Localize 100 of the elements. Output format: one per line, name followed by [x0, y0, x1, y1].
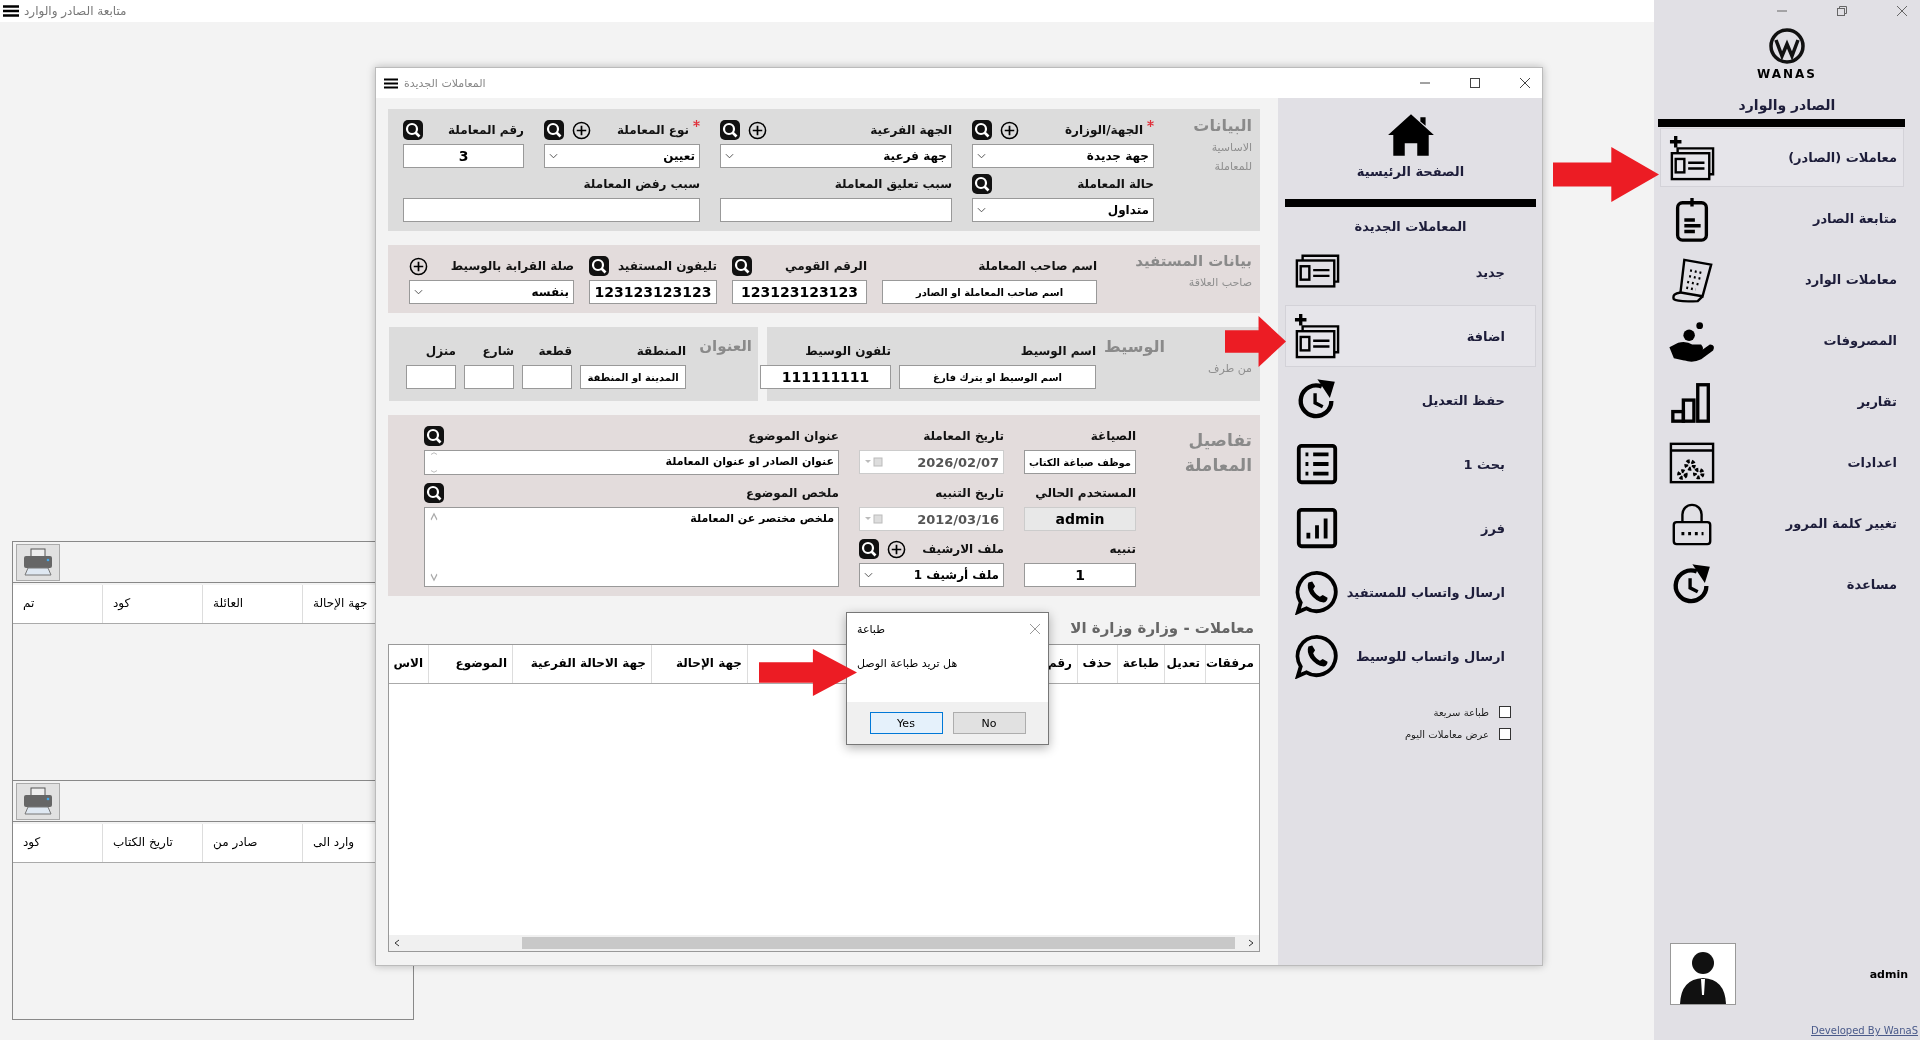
input-field[interactable]: [522, 365, 572, 389]
input-field[interactable]: 111111111: [760, 365, 891, 389]
column-header: طباعة: [1117, 645, 1164, 683]
close-icon[interactable]: [1897, 6, 1907, 16]
action-item[interactable]: حفظ التعديل: [1285, 369, 1536, 431]
input-field[interactable]: [720, 198, 952, 222]
dropdown[interactable]: بنفسه: [409, 280, 574, 304]
dropdown[interactable]: متداول: [972, 198, 1154, 222]
nav-item[interactable]: تغيير كلمة المرور: [1660, 494, 1904, 553]
date-field[interactable]: 2012/03/16: [859, 507, 1004, 531]
list-icon: [1294, 441, 1340, 487]
input-field[interactable]: 123123123123: [589, 280, 717, 304]
action-item[interactable]: ارسال واتساب للوسيط: [1285, 625, 1536, 687]
dialog-button[interactable]: Yes: [869, 712, 943, 734]
maximize-icon[interactable]: [1470, 78, 1480, 88]
scroll-left-icon[interactable]: [393, 939, 401, 947]
dialog-title: طباعة: [857, 622, 885, 636]
input-field[interactable]: 123123123123: [732, 280, 867, 304]
nav-item[interactable]: متابعة الصادر: [1660, 189, 1904, 248]
nav-item[interactable]: معاملات الوارد: [1660, 250, 1904, 309]
developer-link[interactable]: Developed By WanaS: [1811, 1025, 1918, 1036]
print-button[interactable]: [16, 782, 60, 820]
add-icon[interactable]: [1000, 120, 1019, 140]
input-field[interactable]: اسم الوسيط او يترك فارغ: [899, 365, 1096, 389]
input-field[interactable]: [403, 198, 700, 222]
chevron-icon[interactable]: [549, 153, 558, 159]
checkbox[interactable]: [1499, 728, 1511, 740]
scroll-icon: [1669, 256, 1715, 303]
dropdown[interactable]: جهة جديدة: [972, 144, 1154, 168]
horizontal-scrollbar[interactable]: [389, 935, 1259, 951]
dialog-button[interactable]: No: [952, 712, 1026, 734]
nav-item[interactable]: مساعدة: [1660, 555, 1904, 614]
field-label: سبب تعليق المعاملة: [834, 177, 952, 191]
search-icon[interactable]: [859, 539, 879, 559]
nav-item[interactable]: تقارير: [1660, 372, 1904, 431]
input-field[interactable]: اسم صاحب المعاملة او الصادر: [882, 280, 1097, 304]
checkbox[interactable]: [1499, 706, 1511, 718]
chevron-icon[interactable]: [414, 289, 423, 295]
action-item[interactable]: فرز: [1285, 497, 1536, 559]
action-item[interactable]: جديد: [1285, 241, 1536, 303]
chevron-icon[interactable]: [725, 153, 734, 159]
search-icon[interactable]: [720, 120, 740, 140]
add-card-icon: [1294, 313, 1340, 359]
action-item[interactable]: اضافة: [1285, 305, 1536, 367]
search-icon[interactable]: [544, 120, 564, 140]
text-area[interactable]: عنوان الصادر او عنوان المعاملة: [424, 450, 839, 475]
date-field[interactable]: 2026/02/07: [859, 450, 1004, 474]
dropdown[interactable]: ملف أرشيف 1: [859, 563, 1004, 587]
section-subtitle: صاحب العلاقة: [1187, 275, 1252, 291]
search-icon[interactable]: [972, 120, 992, 140]
column-header: العائلة: [203, 585, 303, 623]
menu-icon[interactable]: [384, 77, 398, 89]
dropdown[interactable]: جهة فرعية: [720, 144, 952, 168]
add-icon[interactable]: [572, 120, 591, 140]
scroll-thumb[interactable]: [522, 937, 1235, 949]
text-area[interactable]: ملخص مختصر عن المعاملة: [424, 507, 839, 587]
field-label: عنوان الموضوع: [748, 429, 839, 443]
chevron-icon[interactable]: [864, 572, 873, 578]
search-icon[interactable]: [424, 483, 444, 503]
scroll-right-icon[interactable]: [1247, 939, 1255, 947]
search-icon[interactable]: [424, 426, 444, 446]
nav-item[interactable]: المصروفات: [1660, 311, 1904, 370]
nav-item[interactable]: معاملات (الصادر): [1660, 128, 1904, 187]
chevron-icon[interactable]: [977, 207, 986, 213]
print-button[interactable]: [16, 543, 60, 581]
chat-phone-icon: [1294, 633, 1340, 679]
chat-phone-icon: [1294, 569, 1340, 615]
input-field[interactable]: [406, 365, 456, 389]
chart-icon: [1294, 505, 1340, 551]
input-field[interactable]: 1: [1024, 563, 1136, 587]
input-field[interactable]: [464, 365, 514, 389]
search-icon[interactable]: [589, 256, 609, 276]
field-label: ملف الارشيف: [922, 542, 1004, 556]
menu-icon[interactable]: [3, 5, 19, 17]
field-label: سبب رفض المعاملة: [583, 177, 700, 191]
input-field[interactable]: موظف صياغة الكتاب: [1024, 450, 1136, 474]
printer-icon: [22, 548, 54, 576]
action-item[interactable]: ارسال واتساب للمستفيد: [1285, 561, 1536, 623]
chevron-icon[interactable]: [977, 153, 986, 159]
input-field[interactable]: 3: [403, 144, 524, 168]
close-icon[interactable]: [1520, 78, 1530, 88]
field-label: قطعة: [538, 344, 572, 358]
add-icon[interactable]: [887, 539, 906, 559]
restore-icon[interactable]: [1837, 6, 1847, 16]
search-icon[interactable]: [403, 120, 423, 140]
nav-item[interactable]: اعدادات: [1660, 433, 1904, 492]
add-icon[interactable]: [748, 120, 767, 140]
field-label: اسم صاحب المعاملة: [978, 259, 1097, 273]
home-label[interactable]: الصفحة الرئيسية: [1285, 164, 1536, 179]
add-icon[interactable]: [409, 256, 428, 276]
section-title: العنوان: [698, 337, 752, 355]
field-label: رقم المعاملة: [448, 123, 524, 137]
dropdown[interactable]: تعيين: [544, 144, 700, 168]
search-icon[interactable]: [972, 174, 992, 194]
avatar-icon: [1670, 943, 1736, 1005]
column-header: صادر من: [203, 824, 303, 862]
action-item[interactable]: بحث 1: [1285, 433, 1536, 495]
input-field[interactable]: المدينة او المنطقة: [580, 365, 686, 389]
column-header: الاس: [389, 645, 428, 683]
search-icon[interactable]: [732, 256, 752, 276]
